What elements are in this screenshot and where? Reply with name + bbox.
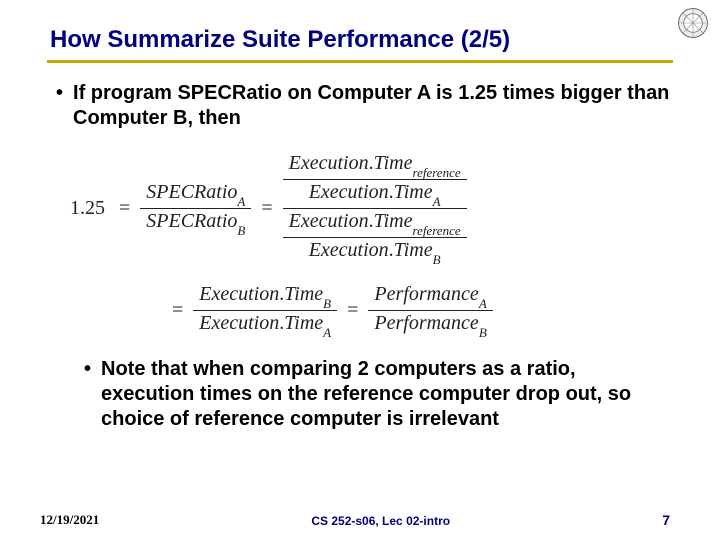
eq-constant: 1.25 xyxy=(66,197,109,220)
footer-course: CS 252-s06, Lec 02-intro xyxy=(311,514,450,528)
bullet-dot-icon: • xyxy=(56,81,63,131)
equation-row-2: = Execution.TimeB Execution.TimeA = Perf… xyxy=(162,282,670,339)
equals-icon: = xyxy=(162,299,193,322)
equals-icon: = xyxy=(109,197,140,220)
title-underline xyxy=(47,60,673,63)
bullet-2: • Note that when comparing 2 computers a… xyxy=(84,357,670,432)
seal-icon xyxy=(676,6,710,40)
slide-title: How Summarize Suite Performance (2/5) xyxy=(50,26,670,54)
equals-icon: = xyxy=(337,299,368,322)
slide-footer: 12/19/2021 CS 252-s06, Lec 02-intro 7 xyxy=(0,512,720,528)
equation-block: 1.25 = SPECRatioA SPECRatioB = Execution… xyxy=(66,151,670,339)
specratio-fraction: SPECRatioA SPECRatioB xyxy=(140,180,251,237)
equals-icon: = xyxy=(251,197,282,220)
exec-ref-fraction: Execution.Timereference Execution.TimeA … xyxy=(283,151,467,266)
bullet-1-text: If program SPECRatio on Computer A is 1.… xyxy=(73,81,670,131)
bullet-1: • If program SPECRatio on Computer A is … xyxy=(50,81,670,131)
footer-page-number: 7 xyxy=(662,512,670,528)
bullet-dot-icon: • xyxy=(84,357,91,432)
bullet-2-text: Note that when comparing 2 computers as … xyxy=(101,357,670,432)
performance-fraction: PerformanceA PerformanceB xyxy=(368,282,492,339)
exectime-fraction: Execution.TimeB Execution.TimeA xyxy=(193,282,337,339)
equation-row-1: 1.25 = SPECRatioA SPECRatioB = Execution… xyxy=(66,151,670,266)
footer-date: 12/19/2021 xyxy=(40,512,99,528)
